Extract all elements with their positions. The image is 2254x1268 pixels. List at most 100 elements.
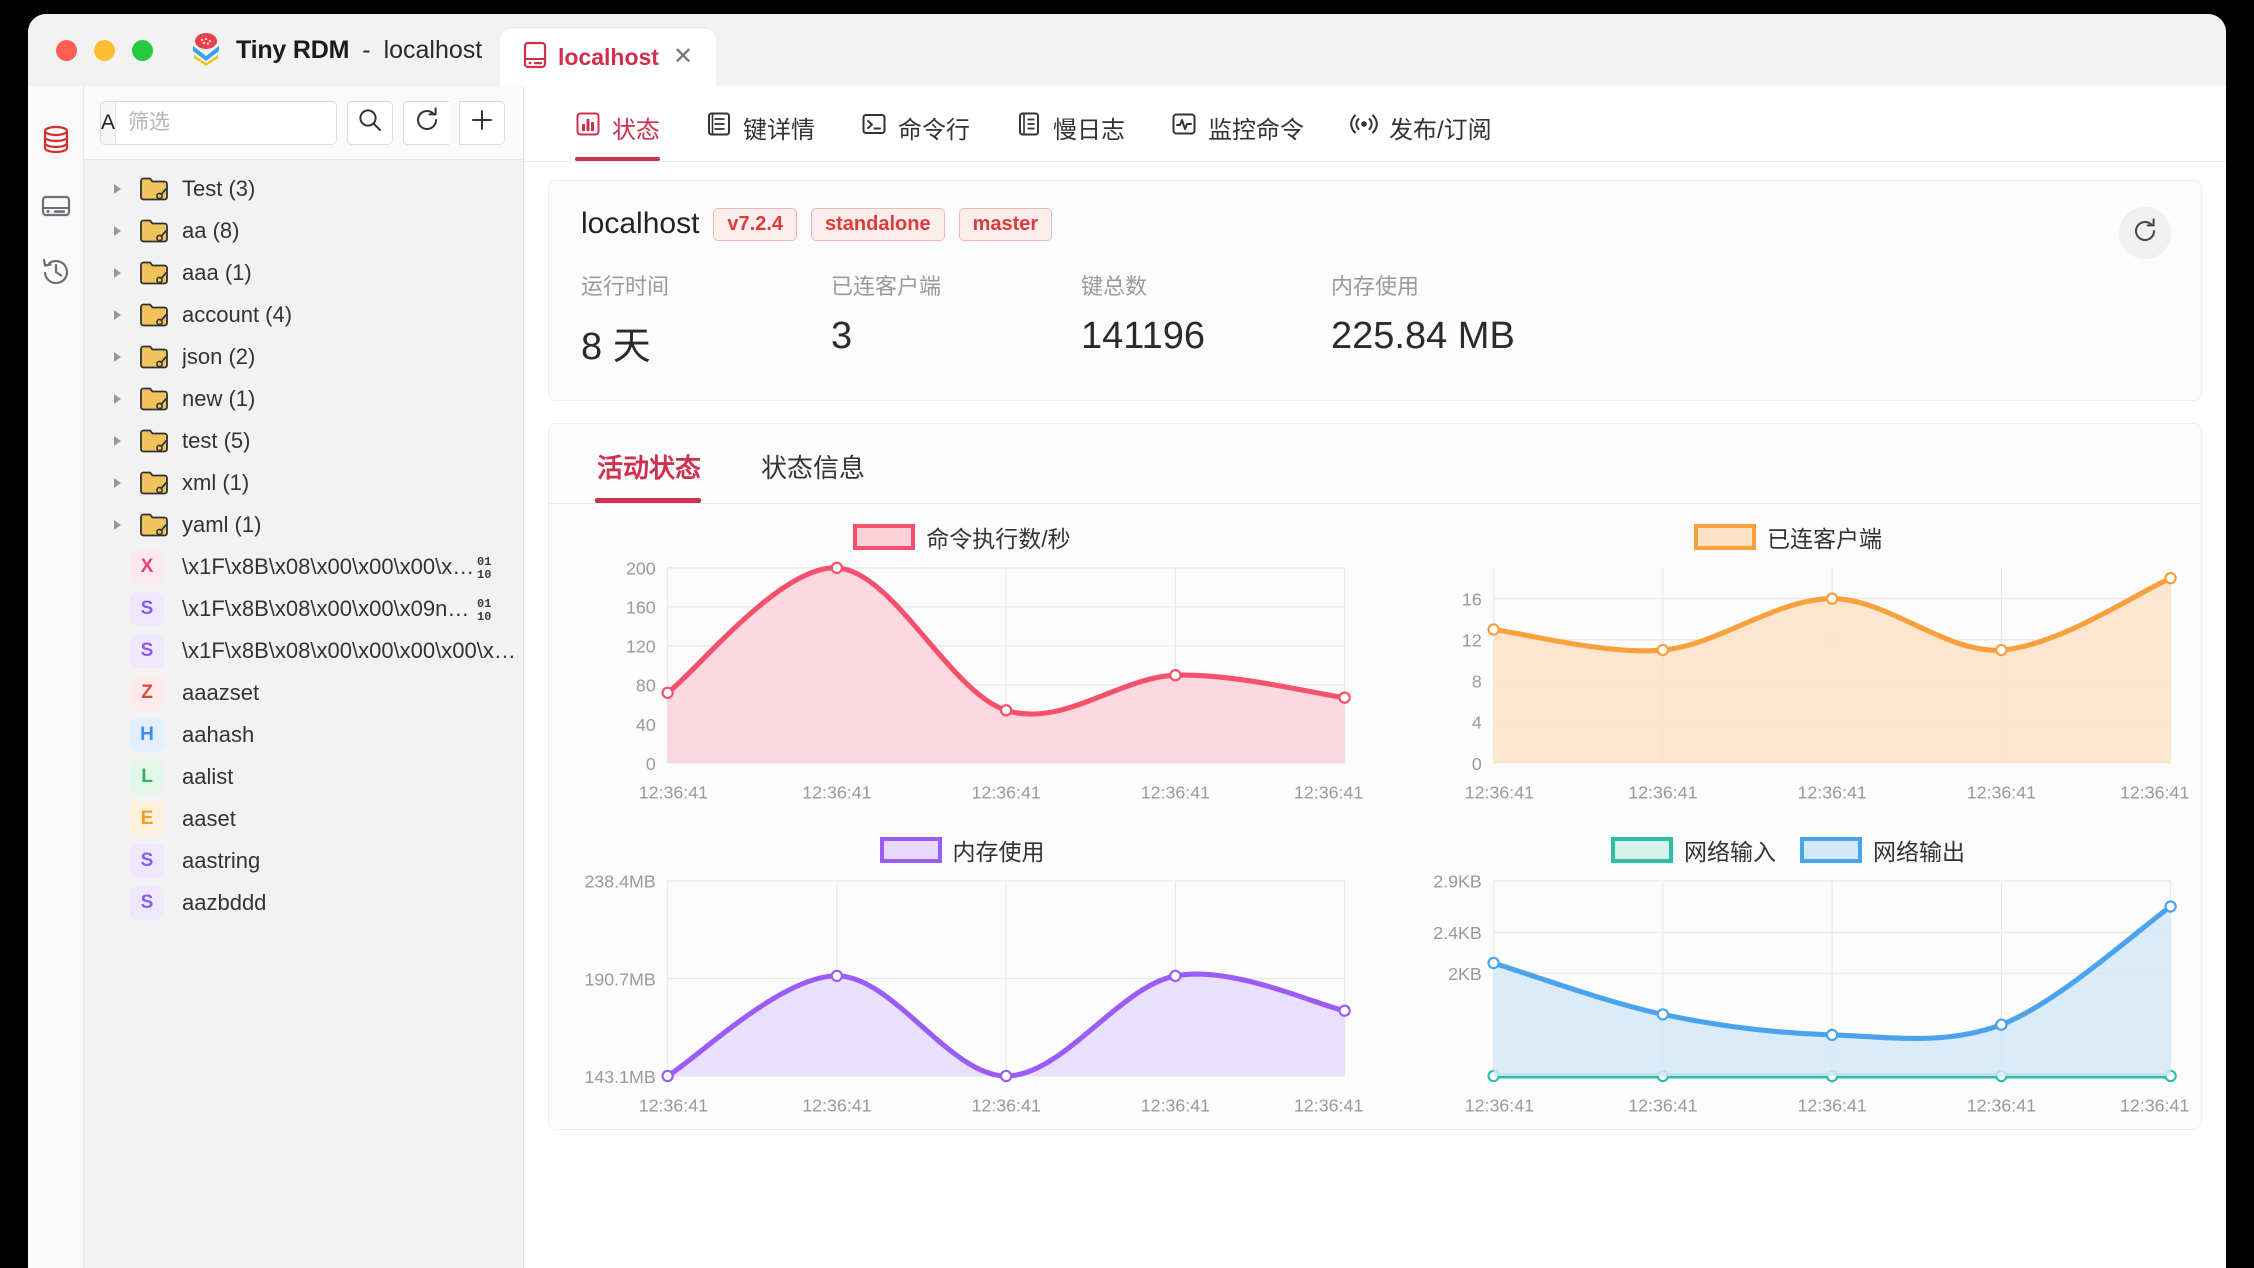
minimize-window-button[interactable]	[94, 39, 115, 61]
tree-key-row[interactable]: Saastring	[84, 840, 523, 882]
stat-memory-usage: 内存使用 225.84 MB	[1331, 269, 1581, 370]
legend-item[interactable]: 已连客户端	[1694, 520, 1882, 554]
add-key-button[interactable]	[459, 100, 505, 145]
chart-canvas: 0 4 8 12 16 12:36:41 12:36:41 12:36:41 12:36:41 1…	[1462, 567, 2189, 803]
chevron-right-icon[interactable]	[102, 182, 132, 196]
tab-3[interactable]: 命令行	[838, 110, 993, 161]
chart-legend: 已连客户端	[1385, 520, 2191, 554]
filter-mode-button[interactable]: A	[101, 101, 117, 144]
add-icon	[468, 106, 496, 139]
svg-text:143.1MB: 143.1MB	[584, 1066, 655, 1086]
tab-6[interactable]: 发布/订阅	[1327, 110, 1515, 161]
rail-item-history[interactable]	[36, 254, 76, 294]
connection-tab-label: localhost	[558, 43, 659, 70]
content-scroll-area[interactable]: localhost v7.2.4 standalone master 运行时间 …	[524, 162, 2226, 1268]
main-panel: 状态 键详情 命令行 慢日志 监控命令 发布/订阅 localhost v7.2.4 st…	[524, 86, 2226, 1268]
tree-folder-row[interactable]: json (2)	[84, 336, 523, 378]
legend-item[interactable]: 内存使用	[879, 833, 1045, 867]
tree-key-label: aazbddd	[182, 890, 267, 915]
chart-1: 命令执行数/秒 0 40 80 120 160 200 12:36:41 12:36:41 12:…	[549, 504, 1375, 817]
chevron-right-icon[interactable]	[102, 308, 132, 322]
rail-item-server[interactable]	[36, 188, 76, 228]
tree-folder-row[interactable]: aaa (1)	[84, 252, 523, 294]
tab-label: 监控命令	[1208, 117, 1304, 144]
filter-box[interactable]: A ?	[100, 100, 337, 145]
legend-item[interactable]: 网络输出	[1800, 833, 1965, 867]
tree-folder-row[interactable]: xml (1)	[84, 462, 523, 504]
nav-rail	[28, 86, 84, 1268]
refresh-icon	[2131, 217, 2159, 250]
stat-value: 141196	[1081, 315, 1205, 357]
activity-card: 活动状态 状态信息 命令执行数/秒 0 40 80 120 160 200 12:36:41 12…	[548, 423, 2202, 1131]
tree-folder-row[interactable]: account (4)	[84, 294, 523, 336]
subtab-1[interactable]: 活动状态	[583, 424, 715, 503]
tree-folder-row[interactable]: test (5)	[84, 420, 523, 462]
tree-key-label: \x1F\x8B\x08\x00\x00\x00\x00\x0...	[182, 638, 523, 663]
chevron-right-icon[interactable]	[102, 518, 132, 532]
search-button[interactable]	[347, 100, 393, 145]
tree-folder-row[interactable]: yaml (1)	[84, 504, 523, 546]
key-type-badge: L	[130, 760, 164, 794]
stat-total-keys: 键总数 141196	[1081, 269, 1331, 370]
tab-2[interactable]: 键详情	[683, 110, 838, 161]
legend-item[interactable]: 网络输入	[1611, 833, 1776, 867]
svg-text:2.9KB: 2.9KB	[1433, 871, 1481, 891]
refresh-tree-button[interactable]	[403, 100, 449, 145]
svg-text:12:36:41: 12:36:41	[639, 783, 708, 803]
tree-folder-row[interactable]: Test (3)	[84, 168, 523, 210]
tree-key-row[interactable]: S \x1F\x8B\x08\x00\x00\x09n\x8... 01 10	[84, 588, 523, 630]
tree-key-row[interactable]: Saazbddd	[84, 882, 523, 924]
rail-item-database[interactable]	[36, 122, 76, 162]
svg-text:12:36:41: 12:36:41	[1141, 783, 1210, 803]
chevron-right-icon[interactable]	[102, 266, 132, 280]
tab-5[interactable]: 监控命令	[1148, 110, 1327, 161]
refresh-status-button[interactable]	[2119, 207, 2171, 259]
chevron-right-icon[interactable]	[102, 434, 132, 448]
tree-key-row[interactable]: Haahash	[84, 714, 523, 756]
tab-1[interactable]: 状态	[552, 110, 683, 161]
chart-canvas: 143.1MB 190.7MB 238.4MB 12:36:41 12:36:41 12:…	[584, 871, 1363, 1115]
tag-role: master	[958, 207, 1053, 241]
svg-text:12:36:41: 12:36:41	[1797, 783, 1866, 803]
chevron-right-icon[interactable]	[102, 392, 132, 406]
key-type-badge: E	[130, 802, 164, 836]
stat-label: 运行时间	[581, 274, 670, 299]
subtab-2[interactable]: 状态信息	[747, 424, 879, 503]
close-icon[interactable]: ✕	[673, 45, 693, 69]
tree-folder-row[interactable]: aa (8)	[84, 210, 523, 252]
tree-key-row[interactable]: S \x1F\x8B\x08\x00\x00\x00\x00\x0...	[84, 630, 523, 672]
tree-key-row[interactable]: X \x1F\x8B\x08\x00\x00\x00\x0... 01 10	[84, 546, 523, 588]
main-tab-bar[interactable]: 状态 键详情 命令行 慢日志 监控命令 发布/订阅	[524, 86, 2226, 162]
chevron-right-icon[interactable]	[102, 350, 132, 364]
key-type-badge: S	[130, 886, 164, 920]
tree-key-row[interactable]: Eaaset	[84, 798, 523, 840]
close-window-button[interactable]	[56, 39, 77, 61]
refresh-icon	[413, 106, 441, 139]
chevron-right-icon[interactable]	[102, 224, 132, 238]
server-overview-card: localhost v7.2.4 standalone master 运行时间 …	[548, 180, 2202, 401]
tree-key-label: \x1F\x8B\x08\x00\x00\x00\x0...	[182, 554, 475, 579]
slowlog-icon	[1016, 111, 1042, 144]
svg-text:01: 01	[477, 597, 491, 611]
key-tree[interactable]: Test (3) aa (8) aaa (1) account (4) json (2)…	[84, 160, 523, 1268]
tree-key-row[interactable]: Zaaazset	[84, 672, 523, 714]
app-title-group: Tiny RDM - localhost	[189, 32, 482, 68]
filter-input[interactable]	[116, 101, 336, 144]
svg-text:12:36:41: 12:36:41	[639, 1095, 708, 1115]
key-type-badge: X	[130, 550, 164, 584]
legend-item[interactable]: 命令执行数/秒	[853, 520, 1071, 554]
tab-4[interactable]: 慢日志	[993, 110, 1148, 161]
svg-text:238.4MB: 238.4MB	[584, 871, 655, 891]
chevron-right-icon[interactable]	[102, 476, 132, 490]
sub-tab-bar[interactable]: 活动状态 状态信息	[549, 424, 2201, 504]
server-header: localhost v7.2.4 standalone master	[581, 207, 2169, 241]
connection-tab-localhost[interactable]: localhost ✕	[500, 28, 716, 86]
tree-folder-row[interactable]: new (1)	[84, 378, 523, 420]
maximize-window-button[interactable]	[132, 39, 153, 61]
svg-text:12:36:41: 12:36:41	[1294, 783, 1363, 803]
chart-3: 内存使用 143.1MB 190.7MB 238.4MB 12:36:41 12:36:4…	[549, 817, 1375, 1130]
tree-key-row[interactable]: Laalist	[84, 756, 523, 798]
svg-text:40: 40	[636, 715, 656, 735]
server-name: localhost	[581, 207, 700, 240]
tree-folder-label: new (1)	[182, 386, 256, 411]
